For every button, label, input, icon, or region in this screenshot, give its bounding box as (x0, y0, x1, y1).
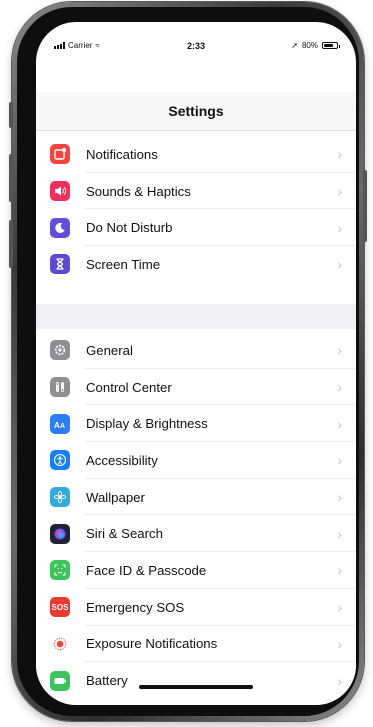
moon-icon (50, 217, 70, 238)
chevron-right-icon: › (337, 146, 342, 163)
settings-group-2: General › Control Center › A A Display & Brigh… (36, 332, 356, 699)
settings-row-battery[interactable]: Battery › (36, 662, 356, 699)
chevron-right-icon: › (337, 635, 342, 652)
settings-row-sounds-and-haptics[interactable]: Sounds & Haptics › (36, 173, 356, 210)
chevron-right-icon: › (337, 379, 342, 396)
chevron-right-icon: › (337, 452, 342, 469)
hourglass-icon (50, 254, 70, 275)
location-icon: ➚ (291, 41, 298, 50)
battery-percent: 80% (301, 41, 318, 50)
settings-row-label: Wallpaper (86, 489, 145, 505)
navigation-bar: Settings (36, 92, 356, 131)
flower-icon (50, 487, 70, 508)
battery-status-icon (322, 42, 340, 49)
sos-icon: SOS (50, 597, 70, 618)
settings-row-general[interactable]: General › (36, 332, 356, 369)
chevron-right-icon: › (337, 525, 342, 542)
settings-row-label: Face ID & Passcode (86, 562, 207, 578)
settings-row-label: Control Center (86, 379, 172, 395)
volume-up-button (9, 154, 13, 202)
screen: Carrier ≈ 2:33 ➚ 80% Settings Notificati… (36, 22, 356, 705)
chevron-right-icon: › (337, 599, 342, 616)
face-id-icon (50, 560, 70, 581)
chevron-right-icon: › (337, 342, 342, 359)
settings-row-label: Sounds & Haptics (86, 183, 191, 199)
gear-icon (50, 340, 70, 361)
settings-row-display-and-brightness[interactable]: A A Display & Brightness › (36, 405, 356, 442)
exposure-icon (50, 633, 70, 654)
battery-icon (50, 670, 70, 691)
settings-row-label: Battery (86, 673, 128, 689)
settings-row-face-id-and-passcode[interactable]: Face ID & Passcode › (36, 552, 356, 589)
mute-switch (9, 102, 13, 128)
settings-row-wallpaper[interactable]: Wallpaper › (36, 479, 356, 516)
settings-row-control-center[interactable]: Control Center › (36, 369, 356, 406)
settings-group-1: Notifications › Sounds & Haptics › Do Not Di… (36, 136, 356, 283)
speaker-icon (50, 181, 70, 202)
settings-row-label: Accessibility (86, 452, 158, 468)
chevron-right-icon: › (337, 672, 342, 689)
chevron-right-icon: › (337, 489, 342, 506)
page-title: Settings (168, 103, 224, 119)
chevron-right-icon: › (337, 562, 342, 579)
toggles-icon (50, 377, 70, 398)
home-indicator[interactable] (139, 685, 253, 689)
settings-row-label: Do Not Disturb (86, 220, 173, 236)
power-button (363, 170, 367, 242)
accessibility-icon (50, 450, 70, 471)
status-bar: Carrier ≈ 2:33 ➚ 80% (36, 22, 356, 62)
siri-icon (50, 523, 70, 544)
notifications-icon (50, 144, 70, 165)
settings-row-siri-and-search[interactable]: Siri & Search › (36, 515, 356, 552)
chevron-right-icon: › (337, 219, 342, 236)
settings-row-label: Screen Time (86, 256, 161, 272)
settings-row-notifications[interactable]: Notifications › (36, 136, 356, 173)
chevron-right-icon: › (337, 256, 342, 273)
settings-row-label: Notifications (86, 146, 158, 162)
settings-row-label: Siri & Search (86, 526, 163, 542)
chevron-right-icon: › (337, 183, 342, 200)
settings-row-emergency-sos[interactable]: SOS Emergency SOS › (36, 589, 356, 626)
battery-fill (324, 44, 334, 47)
text-size-icon: AA (50, 413, 70, 434)
status-right: ➚ 80% (291, 41, 340, 50)
volume-down-button (9, 220, 13, 268)
chevron-right-icon: › (337, 415, 342, 432)
settings-row-do-not-disturb[interactable]: Do Not Disturb › (36, 209, 356, 246)
settings-row-label: Display & Brightness (86, 416, 208, 432)
settings-row-accessibility[interactable]: Accessibility › (36, 442, 356, 479)
group-separator (36, 304, 356, 329)
svg-text:A: A (60, 423, 65, 430)
settings-row-screen-time[interactable]: Screen Time › (36, 246, 356, 283)
settings-row-exposure-notifications[interactable]: Exposure Notifications › (36, 626, 356, 663)
settings-row-label: Exposure Notifications (86, 636, 218, 652)
settings-row-label: Emergency SOS (86, 599, 185, 615)
settings-row-label: General (86, 342, 133, 358)
